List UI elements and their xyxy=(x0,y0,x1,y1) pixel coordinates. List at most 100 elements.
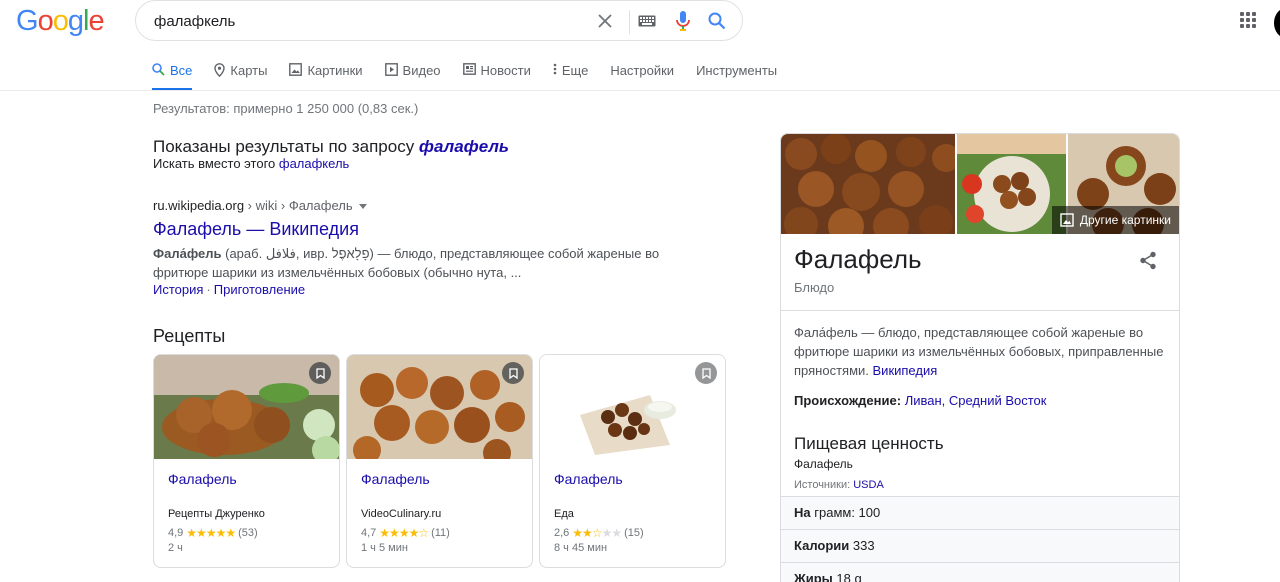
chevron-down-icon[interactable] xyxy=(358,204,367,210)
recipe-source: VideoCulinary.ru xyxy=(361,508,442,520)
search-instead: Искать вместо этого фалафкель xyxy=(153,156,349,171)
star-rating-icon: ★★★★☆ xyxy=(379,526,429,540)
usda-link[interactable]: USDA xyxy=(853,479,884,491)
recipe-rating: 2,6 ★★☆★★ (15) xyxy=(554,526,644,540)
tab-label: Все xyxy=(170,63,193,78)
nutrition-heading: Пищевая ценность xyxy=(794,434,944,453)
recipe-source: Еда xyxy=(554,508,574,520)
recipe-image xyxy=(347,355,532,459)
avatar[interactable] xyxy=(1274,8,1280,38)
rating-value: 4,9 xyxy=(168,527,184,539)
review-count: (11) xyxy=(431,527,450,539)
bookmark-icon[interactable] xyxy=(695,362,717,384)
review-count: (53) xyxy=(238,527,258,539)
header-divider xyxy=(0,90,1280,91)
share-icon[interactable] xyxy=(1139,251,1157,275)
snippet-text: (араб. فلافل, ивр. פָלָאפֶל) — блюдо, пр… xyxy=(153,246,660,280)
tab-label: Видео xyxy=(402,63,441,78)
kp-description: Фала́фель — блюдо, представляющее собой … xyxy=(794,323,1169,380)
divider xyxy=(629,10,630,34)
nutrition-label: На xyxy=(794,505,811,520)
clear-icon[interactable] xyxy=(594,10,616,32)
tab-tools[interactable]: Инструменты xyxy=(696,58,777,91)
tab-label: Карты xyxy=(230,63,268,78)
wikipedia-link[interactable]: Википедия xyxy=(873,363,938,378)
map-pin-icon xyxy=(214,63,226,77)
tab-label: Еще xyxy=(561,63,589,78)
original-query-link[interactable]: фалафкель xyxy=(279,156,349,171)
kp-subtitle: Блюдо xyxy=(794,280,835,295)
search-icon[interactable] xyxy=(706,10,728,32)
kp-title: Фалафель xyxy=(794,244,922,274)
rating-value: 2,6 xyxy=(554,527,570,539)
recipe-source: Рецепты Джуренко xyxy=(168,508,265,520)
tab-label: Инструменты xyxy=(696,63,778,78)
recipe-title[interactable]: Фалафель xyxy=(168,471,237,487)
result-stats: Результатов: примерно 1 250 000 (0,83 се… xyxy=(153,101,419,116)
nutrition-row: Жиры 18 g xyxy=(781,562,1179,582)
search-input[interactable] xyxy=(154,12,574,30)
recipe-card[interactable]: Фалафель VideoCulinary.ru 4,7 ★★★★☆ (11) 1… xyxy=(346,354,533,568)
recipe-image xyxy=(154,355,339,459)
sitelinks: История · Приготовление xyxy=(153,282,305,297)
recipe-title[interactable]: Фалафель xyxy=(361,471,430,487)
logo-letter: o xyxy=(52,5,69,37)
recipe-rating: 4,9 ★★★★★ (53) xyxy=(168,526,258,540)
news-icon xyxy=(462,63,476,75)
keyboard-icon[interactable] xyxy=(636,10,658,32)
corrected-query-link[interactable]: фалафель xyxy=(419,137,509,156)
nutrition-sources: Источники: USDA xyxy=(794,479,884,491)
more-images-button[interactable]: Другие картинки xyxy=(1051,206,1179,234)
result-snippet: Фала́фель (араб. فلافل, ивр. פָלָאפֶל) —… xyxy=(153,244,713,282)
tab-news[interactable]: Новости xyxy=(462,58,531,91)
more-vert-icon xyxy=(553,63,557,75)
nutrition-label: Калории xyxy=(794,538,850,553)
separator-dot: · xyxy=(206,282,211,297)
breadcrumb[interactable]: ru.wikipedia.org › wiki › Фалафель xyxy=(153,198,367,213)
nutrition-row: Калории 333 xyxy=(781,529,1179,562)
kp-image[interactable] xyxy=(957,134,1066,234)
result-title-link[interactable]: Фалафель — Википедия xyxy=(153,219,359,240)
tab-settings[interactable]: Настройки xyxy=(610,58,674,91)
tab-all[interactable]: Все xyxy=(152,58,193,91)
microphone-icon[interactable] xyxy=(672,10,694,32)
recipes-heading: Рецепты xyxy=(153,326,226,346)
result-domain: ru.wikipedia.org xyxy=(153,198,245,213)
showing-prefix: Показаны результаты по запросу xyxy=(153,137,419,156)
recipe-card[interactable]: Фалафель Рецепты Джуренко 4,9 ★★★★★ (53) 2… xyxy=(153,354,340,568)
nutrition-value: 18 g xyxy=(832,571,862,582)
logo-letter: g xyxy=(67,5,84,37)
bookmark-icon[interactable] xyxy=(502,362,524,384)
star-rating-icon: ★★★★★ xyxy=(186,526,236,540)
sitelink-history[interactable]: История xyxy=(153,282,203,297)
tab-label: Новости xyxy=(480,63,531,78)
showing-results-for: Показаны результаты по запросу фалафель xyxy=(153,137,509,157)
image-icon xyxy=(1060,213,1074,227)
tab-more[interactable]: Еще xyxy=(553,58,588,91)
tab-images[interactable]: Картинки xyxy=(289,58,363,91)
play-icon xyxy=(384,63,398,76)
sources-label: Источники: xyxy=(794,479,851,491)
nutrition-value: грамм: 100 xyxy=(810,505,881,520)
recipe-card[interactable]: Фалафель Еда 2,6 ★★☆★★ (15) 8 ч 45 мин xyxy=(539,354,726,568)
kp-image[interactable] xyxy=(781,134,956,234)
tab-maps[interactable]: Карты xyxy=(214,58,267,91)
recipe-image xyxy=(540,355,725,459)
recipe-time: 8 ч 45 мин xyxy=(554,542,608,554)
recipe-title[interactable]: Фалафель xyxy=(554,471,623,487)
tab-label: Картинки xyxy=(307,63,363,78)
sitelink-preparation[interactable]: Приготовление xyxy=(214,282,305,297)
origin-link[interactable]: Ливан, Средний Восток xyxy=(905,393,1047,408)
image-strip: Другие картинки xyxy=(781,134,1179,234)
divider xyxy=(781,310,1179,311)
review-count: (15) xyxy=(624,527,644,539)
tab-video[interactable]: Видео xyxy=(384,58,441,91)
instead-prefix: Искать вместо этого xyxy=(153,156,279,171)
kp-origin: Происхождение: Ливан, Средний Восток xyxy=(794,393,1046,408)
description-text: Фала́фель — блюдо, представляющее собой … xyxy=(794,325,1164,378)
google-logo[interactable]: Google xyxy=(16,5,105,38)
apps-grid-icon[interactable] xyxy=(1240,12,1256,28)
bookmark-icon[interactable] xyxy=(309,362,331,384)
origin-label: Происхождение: xyxy=(794,393,902,408)
logo-letter: G xyxy=(16,5,39,37)
